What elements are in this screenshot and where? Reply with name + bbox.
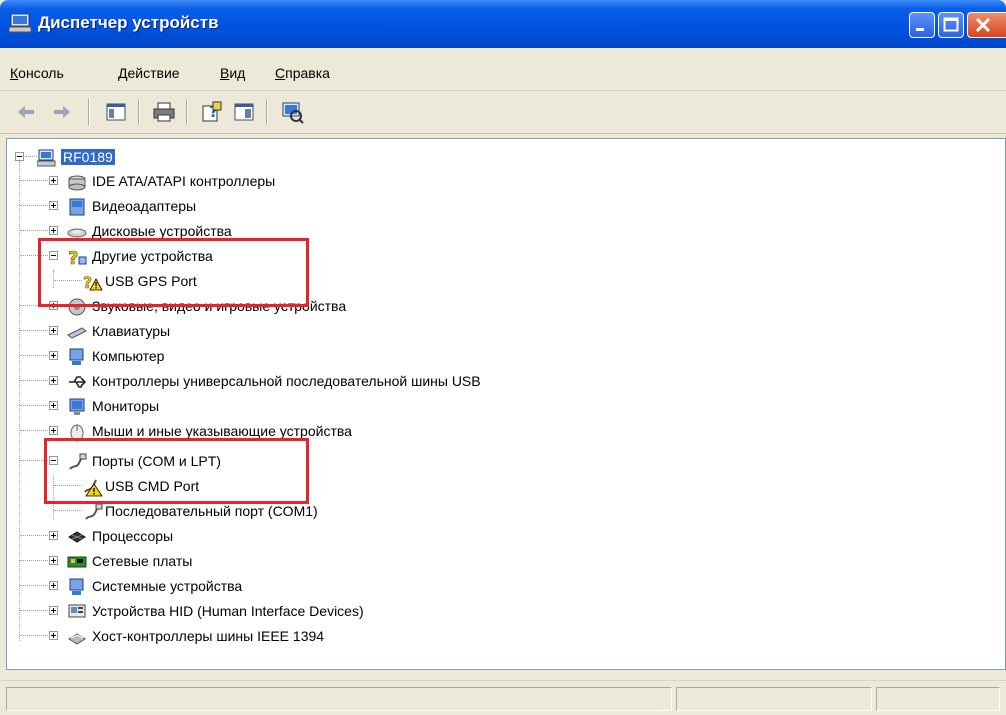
- display-adapter-icon: [69, 198, 85, 216]
- collapse-toggle[interactable]: [15, 152, 24, 161]
- close-button[interactable]: [967, 12, 1006, 38]
- show-hide-tree-icon[interactable]: [104, 100, 128, 124]
- computer-icon: [37, 149, 56, 167]
- highlight-box-ports: [44, 438, 309, 504]
- close-icon: [975, 17, 991, 33]
- status-bar: [0, 680, 1006, 715]
- expand-toggle[interactable]: [49, 631, 58, 640]
- network-card-icon: [67, 556, 87, 568]
- back-icon[interactable]: [14, 100, 38, 124]
- port-icon: [85, 503, 103, 520]
- ide-controller-icon: [68, 175, 86, 191]
- print-icon[interactable]: [152, 100, 176, 124]
- expand-toggle[interactable]: [49, 581, 58, 590]
- device-tree[interactable]: RF0189 IDE ATA/ATAPI контроллеры Видеоад…: [6, 138, 1006, 670]
- maximize-icon: [943, 17, 959, 32]
- hid-icon: [68, 604, 86, 618]
- toolbar-separator: [138, 99, 140, 125]
- processor-icon: [68, 531, 86, 543]
- expand-toggle[interactable]: [49, 351, 58, 360]
- system-device-icon: [69, 578, 84, 595]
- window-title: Диспетчер устройств: [38, 13, 219, 32]
- forward-icon[interactable]: [50, 100, 74, 124]
- status-pane: [876, 687, 1000, 711]
- menu-console[interactable]: Консоль: [10, 65, 64, 81]
- usb-icon: [69, 376, 87, 388]
- properties-icon[interactable]: [232, 100, 256, 124]
- ieee1394-icon: [68, 633, 86, 645]
- toolbar-separator: [88, 99, 90, 125]
- scan-hardware-icon[interactable]: [280, 100, 304, 124]
- device-manager-icon: [9, 13, 32, 33]
- tree-root-label: RF0189: [61, 149, 115, 165]
- computer-icon: [69, 348, 84, 365]
- minimize-icon: [916, 28, 924, 31]
- menu-view[interactable]: Вид: [220, 65, 245, 81]
- status-pane: [676, 687, 872, 711]
- expand-toggle[interactable]: [49, 556, 58, 565]
- expand-toggle[interactable]: [49, 376, 58, 385]
- monitor-icon: [69, 398, 85, 415]
- highlight-box-other-devices: [38, 238, 309, 307]
- help-icon[interactable]: ?: [200, 100, 224, 124]
- device-manager-window: Диспетчер устройств Консоль Действие Вид…: [0, 0, 1006, 715]
- menu-action[interactable]: Действие: [118, 65, 180, 81]
- keyboard-icon: [67, 327, 87, 339]
- expand-toggle[interactable]: [49, 606, 58, 615]
- toolbar: ?: [0, 91, 1006, 134]
- tree-guide-line: [19, 161, 21, 641]
- menu-bar: Консоль Действие Вид Справка: [0, 56, 1006, 91]
- minimize-button[interactable]: [909, 12, 935, 38]
- expand-toggle[interactable]: [49, 326, 58, 335]
- expand-toggle[interactable]: [49, 531, 58, 540]
- expand-toggle[interactable]: [49, 226, 58, 235]
- expand-toggle[interactable]: [49, 401, 58, 410]
- toolbar-separator: [266, 99, 268, 125]
- expand-toggle[interactable]: [49, 426, 58, 435]
- maximize-button[interactable]: [938, 12, 964, 38]
- status-pane-main: [6, 687, 672, 711]
- menu-help[interactable]: Справка: [275, 65, 330, 81]
- expand-toggle[interactable]: [49, 201, 58, 210]
- expand-toggle[interactable]: [49, 176, 58, 185]
- title-bar[interactable]: Диспетчер устройств: [0, 0, 1006, 48]
- toolbar-separator: [186, 99, 188, 125]
